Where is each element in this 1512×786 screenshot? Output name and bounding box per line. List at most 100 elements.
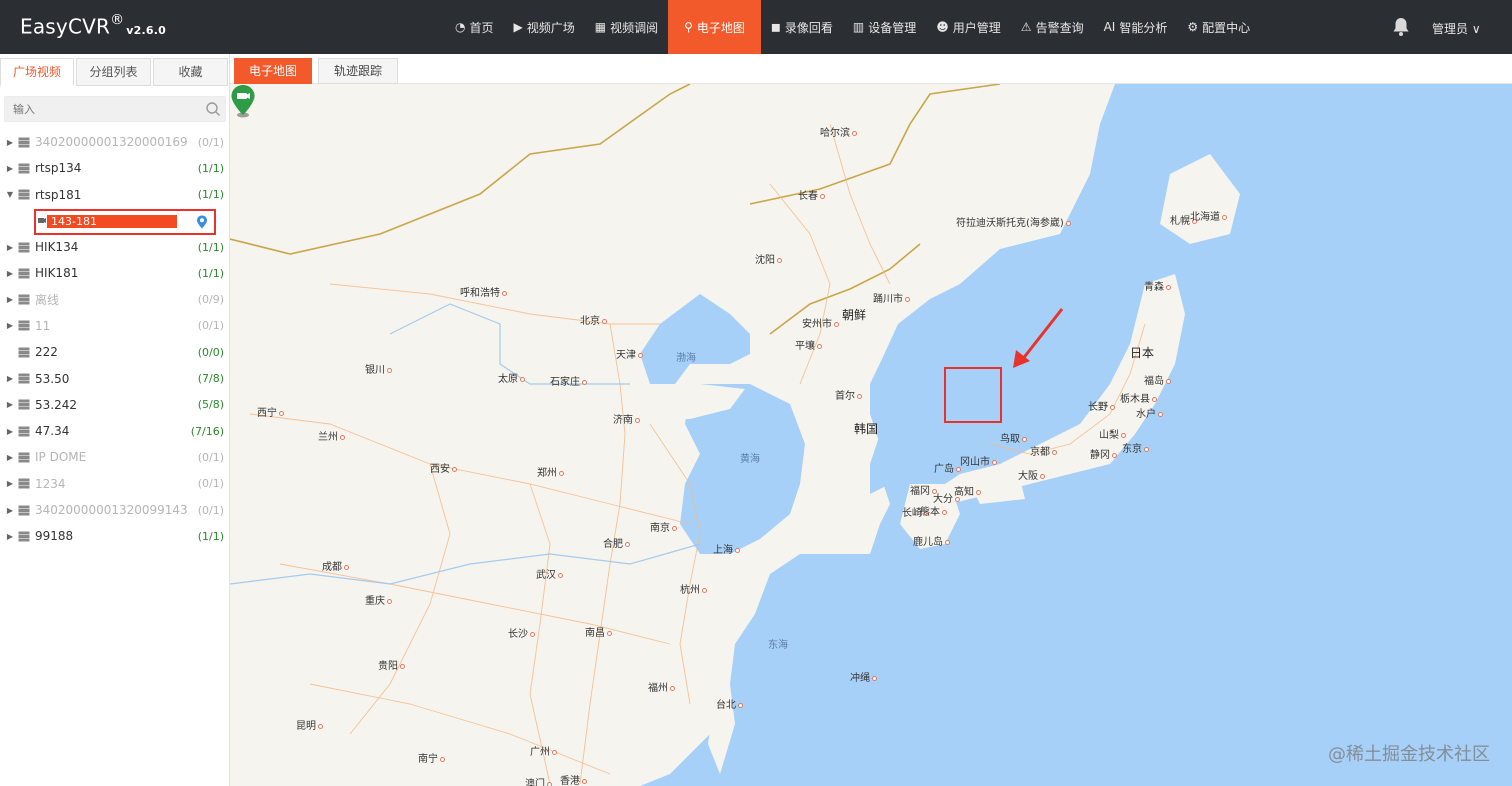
nav-item-3[interactable]: ⚲ 电子地图 (668, 0, 761, 54)
tree-node-count: (1/1) (197, 240, 224, 254)
city-name: 冲绳 (850, 673, 870, 684)
city-label: 重庆 (365, 592, 392, 607)
expand-arrow-icon[interactable]: ▶ (2, 400, 18, 409)
nav-item-8[interactable]: AI 智能分析 (1094, 0, 1178, 54)
city-name: 银川 (365, 365, 385, 376)
expand-arrow-icon[interactable]: ▶ (2, 295, 18, 304)
nav-item-5[interactable]: ▥ 设备管理 (843, 0, 926, 54)
search-input[interactable] (5, 97, 195, 121)
device-icon (18, 163, 30, 174)
tree-node[interactable]: ▶ 1234 (0/1) (0, 471, 230, 497)
city-name: 上海 (713, 545, 733, 556)
city-dot-icon (857, 393, 862, 399)
bell-icon[interactable] (1392, 17, 1410, 37)
city-dot-icon (558, 572, 563, 578)
city-name: 福岛 (1144, 376, 1164, 387)
tree-node[interactable]: ▶ rtsp134 (1/1) (0, 155, 230, 181)
nav-item-9[interactable]: ⚙ 配置中心 (1177, 0, 1260, 54)
device-icon (18, 373, 30, 384)
nav-item-7[interactable]: ⚠ 告警查询 (1011, 0, 1094, 54)
nav-item-6[interactable]: ☻ 用户管理 (926, 0, 1011, 54)
tree-node-count: (0/1) (197, 477, 224, 491)
tree-node[interactable]: ▼ rtsp181 (1/1) (0, 182, 230, 208)
app-logo[interactable]: EasyCVR®v2.6.0 (20, 12, 166, 39)
tree-node[interactable]: ▶ 99188 (1/1) (0, 523, 230, 549)
tree-node[interactable]: ▶ 34020000001320000169 (0/1) (0, 129, 230, 155)
city-dot-icon (956, 466, 961, 472)
nav-item-0[interactable]: ◔ 首页 (445, 0, 504, 54)
city-name: 南宁 (418, 754, 438, 765)
city-name: 台北 (716, 700, 736, 711)
device-sidebar: 广场视频 分组列表 收藏 ▶34020000001320000169(0/1)▶… (0, 54, 230, 786)
city-label: 广岛 (934, 460, 961, 475)
city-label: 符拉迪沃斯托克(海参崴) (956, 214, 1071, 229)
expand-arrow-icon[interactable]: ▶ (2, 532, 18, 541)
city-name: 杭州 (680, 585, 700, 596)
expand-arrow-icon[interactable]: ▶ (2, 427, 18, 436)
tree-node[interactable]: ▶ 11 (0/1) (0, 313, 230, 339)
tree-node[interactable]: ▶ 53.50 (7/8) (0, 365, 230, 391)
expand-arrow-icon[interactable]: ▶ (2, 374, 18, 383)
tree-node-label: 99188 (35, 529, 74, 544)
nav-label: 视频调阅 (610, 20, 659, 35)
expand-arrow-icon[interactable]: ▶ (2, 479, 18, 488)
city-dot-icon (1052, 449, 1057, 455)
city-name: 平壤 (795, 341, 815, 352)
city-label: 平壤 (795, 337, 822, 352)
city-label: 安州市 (802, 315, 839, 330)
expand-arrow-icon[interactable]: ▶ (2, 138, 18, 147)
tree-node[interactable]: ▶ IP DOME (0/1) (0, 444, 230, 470)
city-name: 武汉 (536, 570, 556, 581)
electronic-map[interactable]: @稀土掘金技术社区 哈尔滨 长春 符拉迪沃斯托克(海参崴) 札幌 北海道 青森 沈阳 呼和浩特… (230, 84, 1512, 786)
tree-node-count: (1/1) (197, 529, 224, 543)
city-name: 西安 (430, 464, 450, 475)
city-name: 太原 (498, 374, 518, 385)
tree-node[interactable]: ▶ HIK181 (1/1) (0, 260, 230, 286)
expand-arrow-icon[interactable]: ▶ (2, 164, 18, 173)
city-name: 青森 (1144, 282, 1164, 293)
tab-electronic-map[interactable]: 电子地图 (234, 58, 312, 84)
city-name: 栃木县 (1120, 394, 1150, 405)
tree-node[interactable]: ▶ 53.242 (5/8) (0, 392, 230, 418)
expand-arrow-icon[interactable]: ▶ (2, 453, 18, 462)
tree-node[interactable]: 222 (0/0) (0, 339, 230, 365)
nav-item-2[interactable]: ▦ 视频调阅 (585, 0, 668, 54)
tree-child-selected[interactable]: 143-181 (0, 208, 230, 235)
city-name: 济南 (613, 415, 633, 426)
tab-group-list[interactable]: 分组列表 (76, 58, 151, 86)
user-menu[interactable]: 管理员 ∨ (1432, 20, 1481, 37)
expand-arrow-icon[interactable]: ▶ (2, 269, 18, 278)
city-label: 合肥 (603, 535, 630, 550)
map-tabs: 电子地图 轨迹跟踪 (230, 54, 1512, 84)
device-icon (18, 137, 30, 148)
tab-favorites[interactable]: 收藏 (153, 58, 228, 86)
city-name: 沈阳 (755, 255, 775, 266)
nav-item-4[interactable]: ◼ 录像回看 (761, 0, 843, 54)
city-dot-icon (1222, 214, 1227, 220)
nav-item-1[interactable]: ▶ 视频广场 (504, 0, 585, 54)
expand-arrow-icon[interactable]: ▶ (2, 506, 18, 515)
tab-track-follow[interactable]: 轨迹跟踪 (318, 58, 398, 84)
tree-node[interactable]: ▶ HIK134 (1/1) (0, 234, 230, 260)
tree-node[interactable]: ▶ 47.34 (7/16) (0, 418, 230, 444)
tree-node-label: 1234 (35, 476, 66, 491)
city-name: 长野 (1088, 402, 1108, 413)
camera-marker-icon[interactable] (230, 84, 256, 118)
expand-arrow-icon[interactable]: ▶ (2, 243, 18, 252)
tree-node-count: (0/1) (197, 503, 224, 517)
city-label: 贵阳 (378, 657, 405, 672)
expand-arrow-icon[interactable]: ▼ (2, 190, 18, 199)
city-dot-icon (852, 130, 857, 136)
location-pin-icon[interactable] (196, 215, 208, 229)
city-dot-icon (777, 257, 782, 263)
tree-node[interactable]: ▶ 34020000001320099143 (0/1) (0, 497, 230, 523)
tab-square-video[interactable]: 广场视频 (0, 58, 74, 86)
search-icon[interactable] (205, 101, 221, 117)
city-dot-icon (638, 352, 643, 358)
japan-hokkaido (1160, 154, 1240, 244)
tree-node[interactable]: ▶ 离线 (0/9) (0, 286, 230, 312)
country-label: 韩国 (854, 422, 879, 436)
tree-node-count: (0/1) (197, 319, 224, 333)
city-dot-icon (547, 781, 552, 786)
expand-arrow-icon[interactable]: ▶ (2, 321, 18, 330)
